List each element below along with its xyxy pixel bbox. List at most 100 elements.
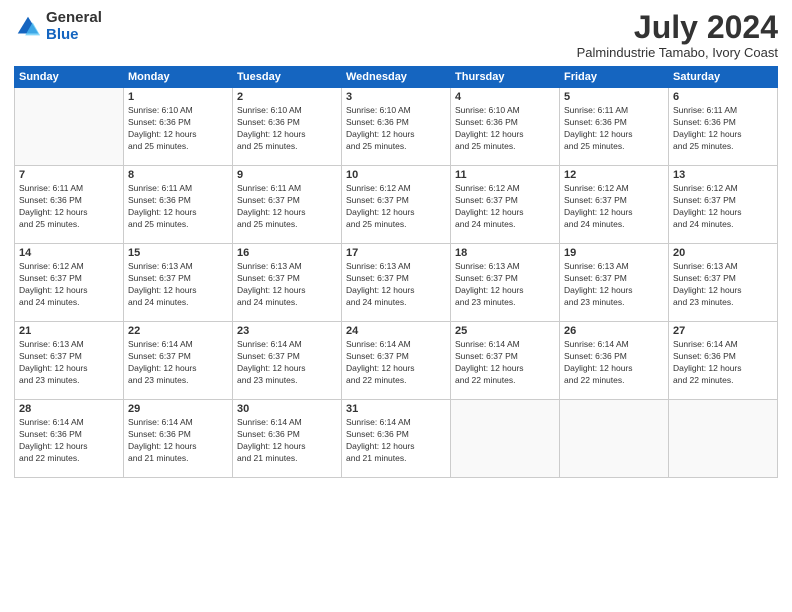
day-info: Sunrise: 6:13 AM Sunset: 6:37 PM Dayligh… [564, 261, 664, 309]
calendar-day [15, 88, 124, 166]
day-info: Sunrise: 6:10 AM Sunset: 6:36 PM Dayligh… [346, 105, 446, 153]
day-info: Sunrise: 6:13 AM Sunset: 6:37 PM Dayligh… [346, 261, 446, 309]
day-info: Sunrise: 6:11 AM Sunset: 6:37 PM Dayligh… [237, 183, 337, 231]
day-info: Sunrise: 6:13 AM Sunset: 6:37 PM Dayligh… [455, 261, 555, 309]
day-number: 3 [346, 91, 446, 103]
day-info: Sunrise: 6:11 AM Sunset: 6:36 PM Dayligh… [564, 105, 664, 153]
calendar-day [560, 400, 669, 478]
day-number: 13 [673, 169, 773, 181]
calendar-week-3: 14Sunrise: 6:12 AM Sunset: 6:37 PM Dayli… [15, 244, 778, 322]
calendar-day: 28 Sunrise: 6:14 AM Sunset: 6:36 PM Dayli… [15, 400, 124, 478]
day-info: Sunrise: 6:10 AM Sunset: 6:36 PM Dayligh… [455, 105, 555, 153]
day-number: 10 [346, 169, 446, 181]
calendar-day: 4 Sunrise: 6:10 AM Sunset: 6:36 PM Daylig… [451, 88, 560, 166]
logo-icon [14, 13, 42, 41]
day-info: Sunrise: 6:14 AM Sunset: 6:37 PM Dayligh… [455, 339, 555, 387]
calendar-day: 20 Sunrise: 6:13 AM Sunset: 6:37 PM Dayli… [669, 244, 778, 322]
day-number: 24 [346, 325, 446, 337]
calendar-day: 21Sunrise: 6:13 AM Sunset: 6:37 PM Dayli… [15, 322, 124, 400]
calendar-week-2: 7Sunrise: 6:11 AM Sunset: 6:36 PM Daylig… [15, 166, 778, 244]
calendar-day: 8Sunrise: 6:11 AM Sunset: 6:36 PM Daylig… [124, 166, 233, 244]
day-number: 22 [128, 325, 228, 337]
calendar-day: 13 Sunrise: 6:12 AM Sunset: 6:37 PM Dayli… [669, 166, 778, 244]
day-number: 9 [237, 169, 337, 181]
day-info: Sunrise: 6:14 AM Sunset: 6:37 PM Dayligh… [237, 339, 337, 387]
col-monday: Monday [124, 67, 233, 88]
day-number: 31 [346, 403, 446, 415]
day-number: 2 [237, 91, 337, 103]
day-number: 20 [673, 247, 773, 259]
calendar-week-4: 21Sunrise: 6:13 AM Sunset: 6:37 PM Dayli… [15, 322, 778, 400]
calendar-day: 27 Sunrise: 6:14 AM Sunset: 6:36 PM Dayli… [669, 322, 778, 400]
day-number: 4 [455, 91, 555, 103]
day-info: Sunrise: 6:11 AM Sunset: 6:36 PM Dayligh… [19, 183, 119, 231]
calendar-day: 12Sunrise: 6:12 AM Sunset: 6:37 PM Dayli… [560, 166, 669, 244]
calendar-day: 24Sunrise: 6:14 AM Sunset: 6:37 PM Dayli… [342, 322, 451, 400]
calendar-subtitle: Palmindustrie Tamabo, Ivory Coast [577, 45, 778, 60]
day-info: Sunrise: 6:14 AM Sunset: 6:36 PM Dayligh… [346, 417, 446, 465]
calendar-day: 7Sunrise: 6:11 AM Sunset: 6:36 PM Daylig… [15, 166, 124, 244]
day-number: 27 [673, 325, 773, 337]
calendar-day: 10 Sunrise: 6:12 AM Sunset: 6:37 PM Dayli… [342, 166, 451, 244]
day-number: 29 [128, 403, 228, 415]
day-info: Sunrise: 6:10 AM Sunset: 6:36 PM Dayligh… [237, 105, 337, 153]
calendar-day: 19 Sunrise: 6:13 AM Sunset: 6:37 PM Dayli… [560, 244, 669, 322]
day-info: Sunrise: 6:11 AM Sunset: 6:36 PM Dayligh… [128, 183, 228, 231]
calendar-day: 23 Sunrise: 6:14 AM Sunset: 6:37 PM Dayli… [233, 322, 342, 400]
col-friday: Friday [560, 67, 669, 88]
calendar-day: 3 Sunrise: 6:10 AM Sunset: 6:36 PM Daylig… [342, 88, 451, 166]
calendar-day: 9 Sunrise: 6:11 AM Sunset: 6:37 PM Daylig… [233, 166, 342, 244]
page-header: General Blue July 2024 Palmindustrie Tam… [14, 10, 778, 60]
col-sunday: Sunday [15, 67, 124, 88]
day-number: 25 [455, 325, 555, 337]
day-number: 19 [564, 247, 664, 259]
day-number: 6 [673, 91, 773, 103]
day-number: 16 [237, 247, 337, 259]
calendar-day: 14Sunrise: 6:12 AM Sunset: 6:37 PM Dayli… [15, 244, 124, 322]
day-info: Sunrise: 6:14 AM Sunset: 6:36 PM Dayligh… [673, 339, 773, 387]
calendar-day: 15Sunrise: 6:13 AM Sunset: 6:37 PM Dayli… [124, 244, 233, 322]
calendar-week-1: 1 Sunrise: 6:10 AM Sunset: 6:36 PM Daylig… [15, 88, 778, 166]
logo-general: General [46, 10, 102, 27]
calendar-day [669, 400, 778, 478]
day-number: 5 [564, 91, 664, 103]
col-thursday: Thursday [451, 67, 560, 88]
calendar-day: 26Sunrise: 6:14 AM Sunset: 6:36 PM Dayli… [560, 322, 669, 400]
day-number: 28 [19, 403, 119, 415]
header-row: Sunday Monday Tuesday Wednesday Thursday… [15, 67, 778, 88]
day-info: Sunrise: 6:14 AM Sunset: 6:36 PM Dayligh… [19, 417, 119, 465]
day-info: Sunrise: 6:10 AM Sunset: 6:36 PM Dayligh… [128, 105, 228, 153]
day-info: Sunrise: 6:14 AM Sunset: 6:36 PM Dayligh… [564, 339, 664, 387]
calendar-day [451, 400, 560, 478]
day-info: Sunrise: 6:12 AM Sunset: 6:37 PM Dayligh… [19, 261, 119, 309]
col-tuesday: Tuesday [233, 67, 342, 88]
calendar-day: 16 Sunrise: 6:13 AM Sunset: 6:37 PM Dayli… [233, 244, 342, 322]
day-number: 1 [128, 91, 228, 103]
calendar-day: 29Sunrise: 6:14 AM Sunset: 6:36 PM Dayli… [124, 400, 233, 478]
day-info: Sunrise: 6:11 AM Sunset: 6:36 PM Dayligh… [673, 105, 773, 153]
col-saturday: Saturday [669, 67, 778, 88]
calendar-day: 11Sunrise: 6:12 AM Sunset: 6:37 PM Dayli… [451, 166, 560, 244]
calendar-day: 6 Sunrise: 6:11 AM Sunset: 6:36 PM Daylig… [669, 88, 778, 166]
day-number: 17 [346, 247, 446, 259]
logo-blue: Blue [46, 27, 102, 44]
col-wednesday: Wednesday [342, 67, 451, 88]
calendar-day: 30Sunrise: 6:14 AM Sunset: 6:36 PM Dayli… [233, 400, 342, 478]
day-info: Sunrise: 6:12 AM Sunset: 6:37 PM Dayligh… [346, 183, 446, 231]
calendar-title: July 2024 [577, 10, 778, 45]
day-info: Sunrise: 6:12 AM Sunset: 6:37 PM Dayligh… [673, 183, 773, 231]
day-number: 23 [237, 325, 337, 337]
day-number: 21 [19, 325, 119, 337]
day-info: Sunrise: 6:14 AM Sunset: 6:37 PM Dayligh… [128, 339, 228, 387]
calendar-day: 22 Sunrise: 6:14 AM Sunset: 6:37 PM Dayli… [124, 322, 233, 400]
calendar-day: 31 Sunrise: 6:14 AM Sunset: 6:36 PM Dayli… [342, 400, 451, 478]
day-number: 12 [564, 169, 664, 181]
day-info: Sunrise: 6:13 AM Sunset: 6:37 PM Dayligh… [128, 261, 228, 309]
day-info: Sunrise: 6:13 AM Sunset: 6:37 PM Dayligh… [237, 261, 337, 309]
day-info: Sunrise: 6:13 AM Sunset: 6:37 PM Dayligh… [673, 261, 773, 309]
day-number: 30 [237, 403, 337, 415]
logo-text: General Blue [46, 10, 102, 43]
calendar-day: 25 Sunrise: 6:14 AM Sunset: 6:37 PM Dayli… [451, 322, 560, 400]
day-number: 18 [455, 247, 555, 259]
calendar-week-5: 28 Sunrise: 6:14 AM Sunset: 6:36 PM Dayli… [15, 400, 778, 478]
